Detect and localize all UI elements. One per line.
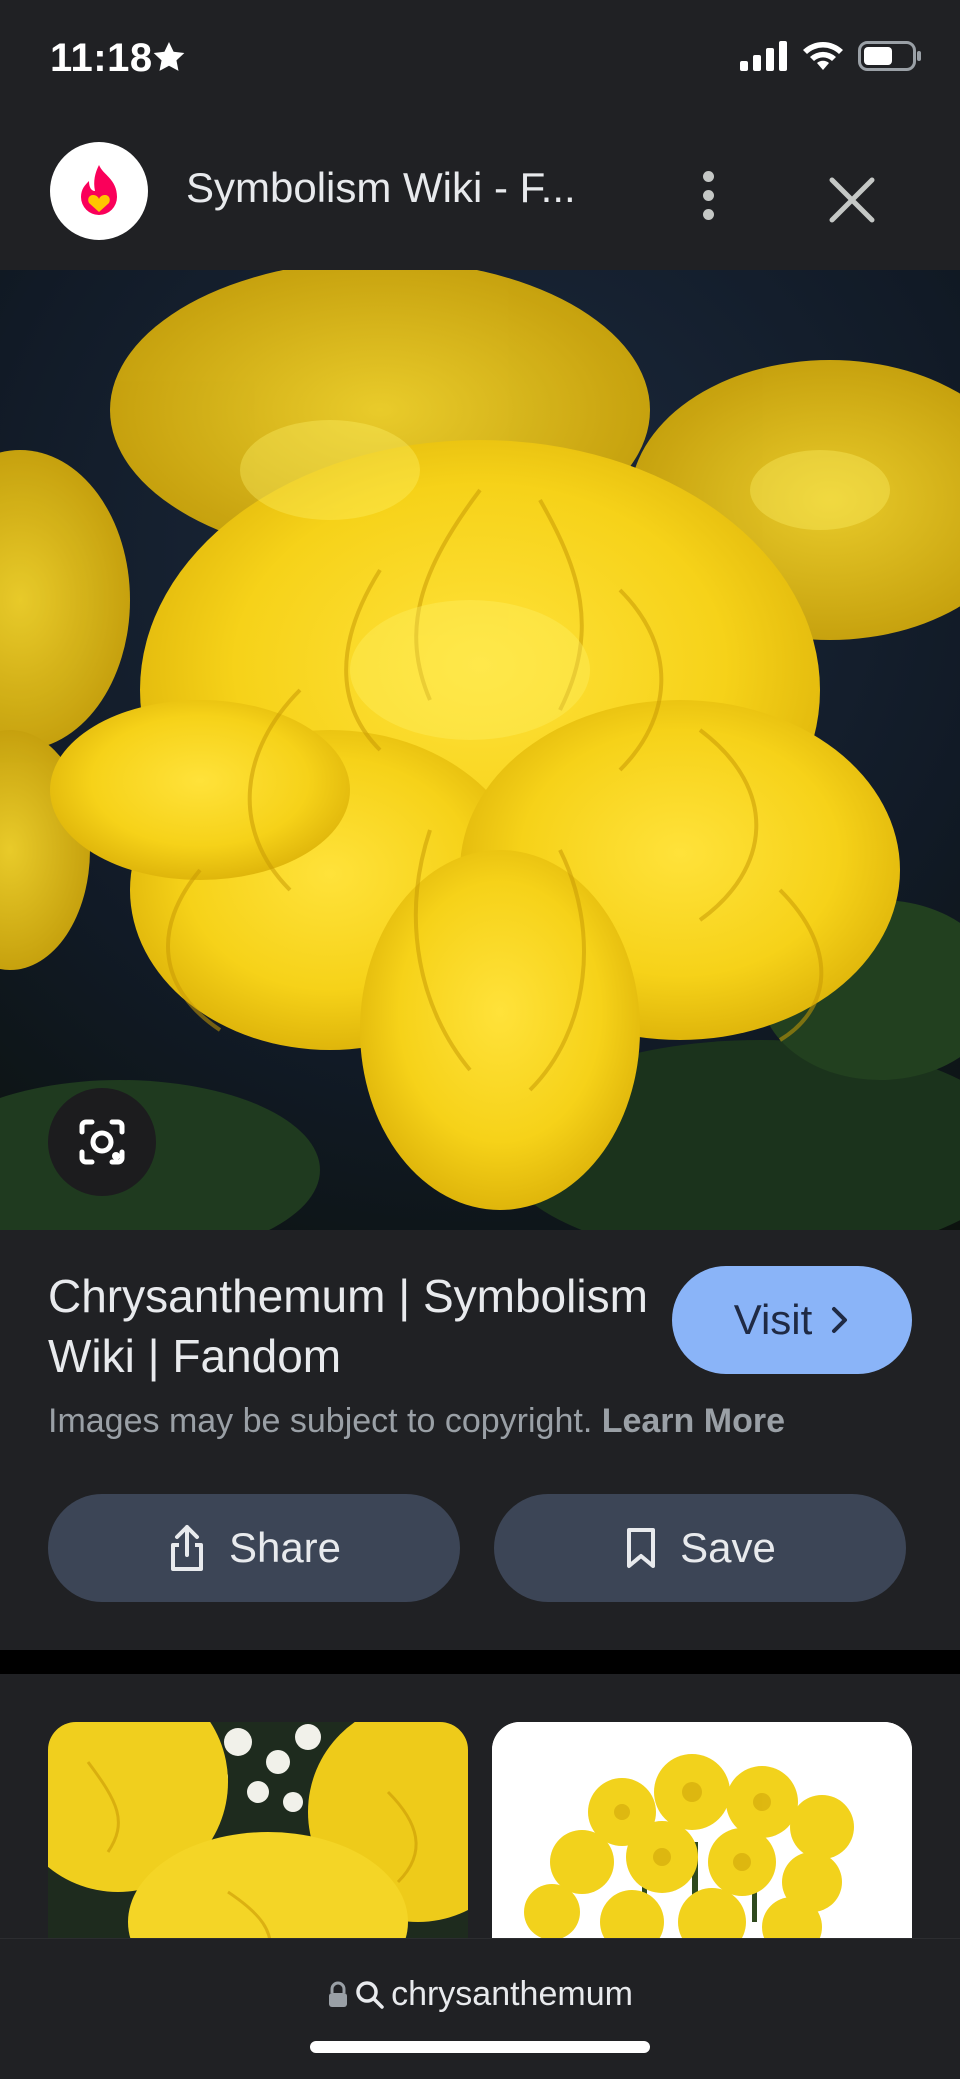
address-bar[interactable]: chrysanthemum (0, 1975, 960, 2014)
battery-icon (858, 41, 921, 71)
divider (0, 1650, 960, 1674)
share-icon (170, 1525, 203, 1571)
status-time: 11:18 (50, 36, 153, 80)
home-indicator[interactable] (310, 2041, 650, 2053)
save-button[interactable]: Save (494, 1494, 906, 1602)
close-icon[interactable] (820, 168, 884, 232)
copyright-text: Images may be subject to copyright. (48, 1402, 593, 1440)
result-info: Chrysanthemum | Symbolism Wiki | Fandom … (0, 1230, 960, 1650)
page-title: Symbolism Wiki - F... (186, 164, 576, 211)
learn-more-link[interactable]: Learn More (602, 1402, 785, 1440)
star-icon (153, 41, 185, 71)
result-title[interactable]: Chrysanthemum | Symbolism Wiki | Fandom (48, 1266, 648, 1386)
search-icon (356, 1980, 384, 2009)
status-icons (740, 40, 922, 72)
bookmark-icon (627, 1528, 656, 1568)
save-label: Save (680, 1524, 776, 1571)
chrysanthemum-photo (0, 270, 960, 1230)
cellular-signal-icon (740, 41, 787, 71)
share-button[interactable]: Share (48, 1494, 460, 1602)
wifi-icon (803, 42, 843, 70)
chevron-right-icon (832, 1307, 848, 1333)
status-bar: 11:18 (0, 0, 960, 120)
visit-button[interactable]: Visit (672, 1266, 912, 1374)
fandom-logo-icon[interactable] (50, 142, 148, 240)
result-image[interactable] (0, 270, 960, 1230)
more-vert-icon[interactable] (690, 160, 726, 230)
visit-label: Visit (733, 1296, 813, 1343)
search-query: chrysanthemum (391, 1975, 633, 2013)
bottom-bar: chrysanthemum (0, 1938, 960, 2079)
copyright-notice: Images may be subject to copyright. Lear… (48, 1402, 785, 1441)
google-lens-icon[interactable] (48, 1088, 156, 1196)
share-label: Share (228, 1524, 342, 1571)
header: Symbolism Wiki - F... (0, 120, 960, 270)
lock-icon (329, 1981, 348, 2007)
